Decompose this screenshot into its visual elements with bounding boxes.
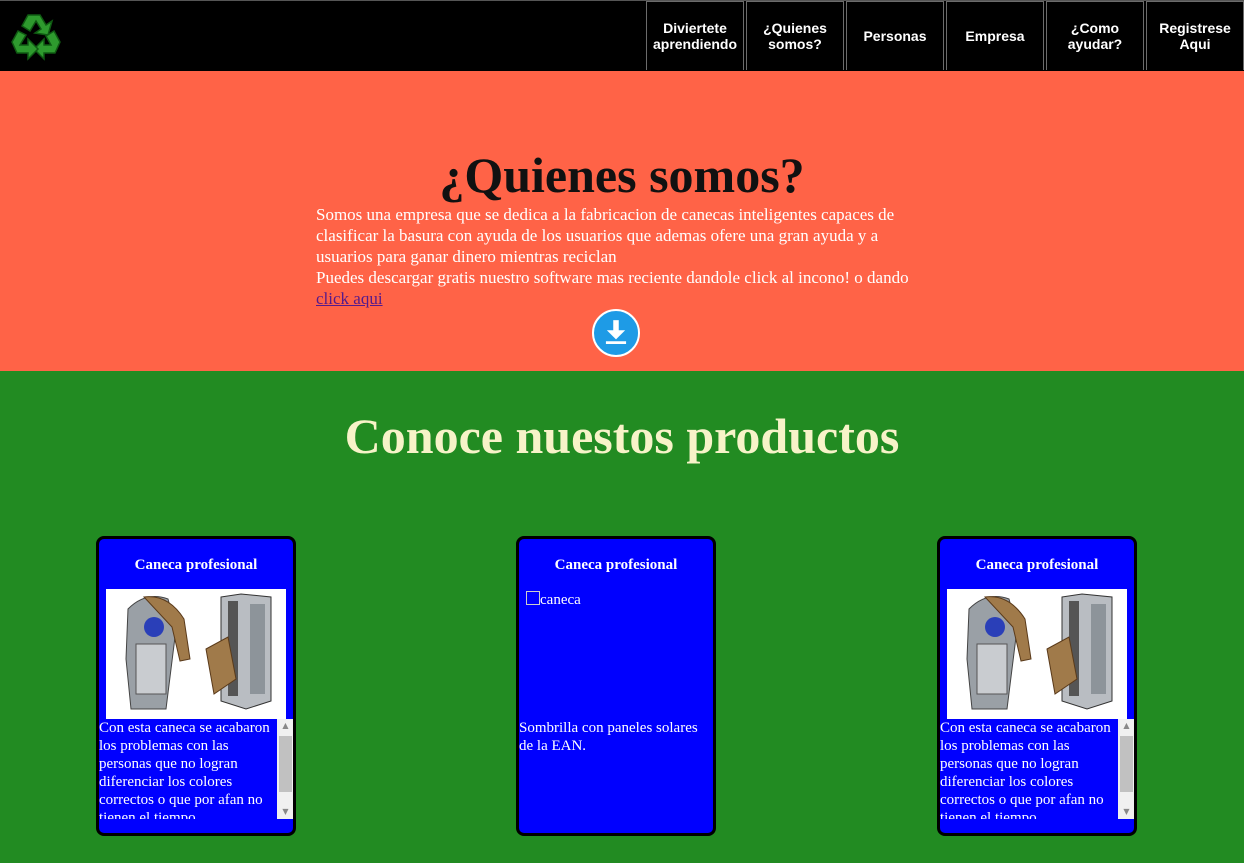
about-title: ¿Quienes somos?: [439, 147, 805, 203]
download-link[interactable]: click aqui: [316, 289, 383, 308]
scroll-thumb[interactable]: [279, 736, 292, 792]
broken-image-alt: caneca: [540, 592, 581, 608]
scrollbar[interactable]: ▲ ▼: [1118, 719, 1134, 819]
download-text: Puedes descargar gratis nuestro software…: [316, 268, 909, 287]
nav-item-empresa[interactable]: Empresa: [946, 1, 1044, 70]
product-description: Con esta caneca se acabaron los problema…: [99, 720, 270, 819]
scroll-up-icon[interactable]: ▲: [277, 719, 293, 733]
scroll-up-icon[interactable]: ▲: [1118, 719, 1134, 733]
scroll-down-icon[interactable]: ▼: [277, 805, 293, 819]
top-navbar: Diviertete aprendiendo ¿Quienes somos? P…: [0, 0, 1244, 71]
download-icon[interactable]: [592, 309, 640, 357]
product-card-title: Caneca profesional: [134, 557, 258, 573]
broken-image: caneca: [526, 591, 581, 609]
about-text: Somos una empresa que se dedica a la fab…: [316, 205, 895, 266]
product-card-title: Caneca profesional: [975, 557, 1099, 573]
about-paragraph: Somos una empresa que se dedica a la fab…: [316, 204, 916, 309]
nav-item-quienes-somos[interactable]: ¿Quienes somos?: [746, 1, 844, 70]
about-section: ¿Quienes somos? Somos una empresa que se…: [0, 71, 1244, 371]
products-title: Conoce nuestos productos: [344, 408, 900, 464]
scroll-down-icon[interactable]: ▼: [1118, 805, 1134, 819]
nav-item-personas[interactable]: Personas: [846, 1, 944, 70]
nav-item-diviertete[interactable]: Diviertete aprendiendo: [646, 1, 744, 70]
broken-image-icon: [526, 591, 540, 605]
product-card: Caneca profesional caneca Sombrilla con …: [516, 536, 716, 836]
product-card-title: Caneca profesional: [554, 557, 678, 573]
nav-item-como-ayudar[interactable]: ¿Como ayudar?: [1046, 1, 1144, 70]
product-image: [947, 589, 1127, 719]
main-nav: Diviertete aprendiendo ¿Quienes somos? P…: [646, 1, 1244, 72]
product-description: Sombrilla con paneles solares de la EAN.: [519, 720, 698, 754]
product-card: Caneca profesional Con esta caneca se ac…: [96, 536, 296, 836]
recycle-icon[interactable]: [6, 9, 66, 65]
product-description: Con esta caneca se acabaron los problema…: [940, 720, 1111, 819]
scrollbar[interactable]: ▲ ▼: [277, 719, 293, 819]
scroll-thumb[interactable]: [1120, 736, 1133, 792]
nav-item-registrese[interactable]: Registrese Aqui: [1146, 1, 1244, 70]
product-image: [106, 589, 286, 719]
product-card: Caneca profesional Con esta caneca se ac…: [937, 536, 1137, 836]
